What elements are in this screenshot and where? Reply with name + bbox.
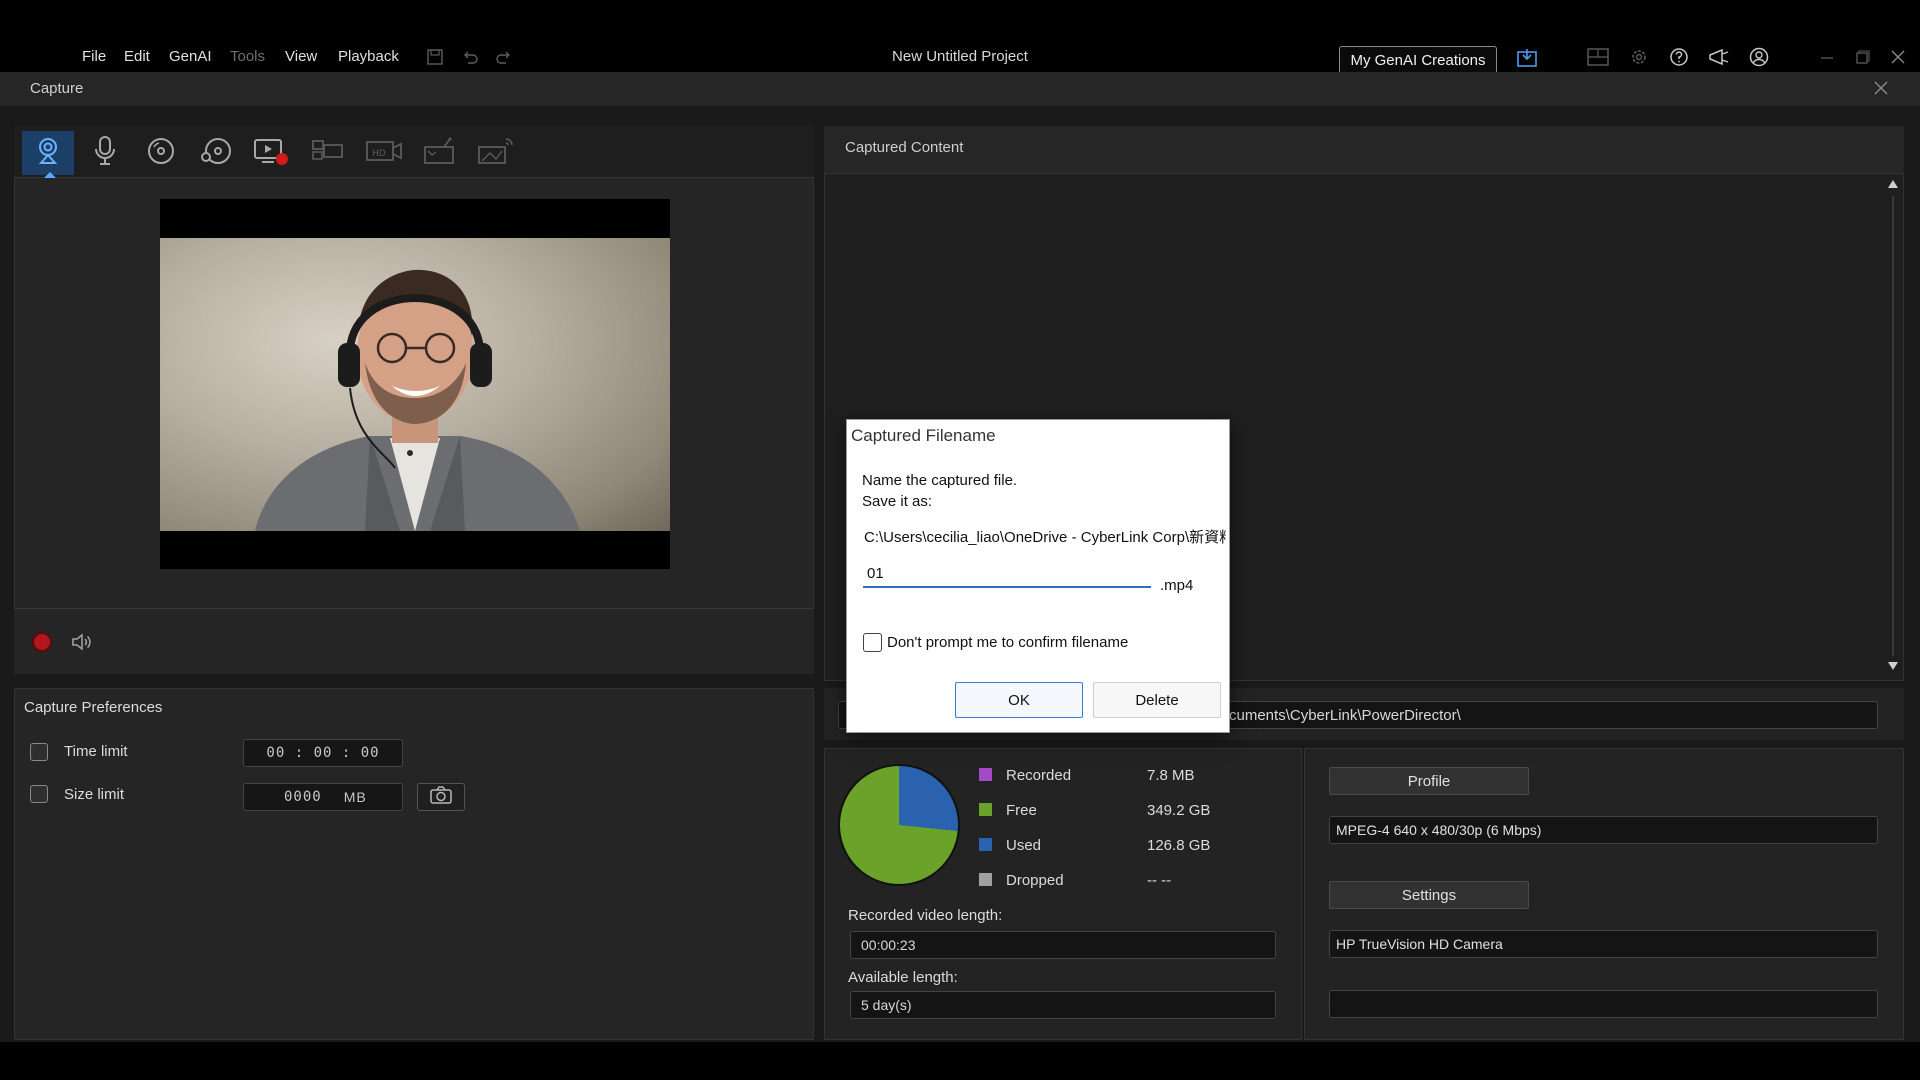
settings-button[interactable]: Settings [1329, 881, 1529, 909]
used-value: 126.8 GB [1147, 837, 1211, 854]
mobile-signal-icon [476, 135, 516, 172]
size-limit-value: 0000 [284, 789, 322, 805]
voice-over-button[interactable] [79, 131, 131, 175]
time-limit-field[interactable]: 00 : 00 : 00 [243, 739, 403, 767]
used-legend-swatch [979, 838, 992, 851]
capture-preferences-title: Capture Preferences [24, 699, 163, 716]
dialog-message: Name the captured file. [862, 472, 1018, 489]
bottom-bar [0, 1042, 1920, 1080]
file-extension: .mp4 [1160, 577, 1194, 594]
account-icon[interactable] [1748, 46, 1770, 68]
minimize-icon[interactable] [1816, 46, 1838, 68]
profile-button[interactable]: Profile [1329, 767, 1529, 795]
webcam-capture-button[interactable] [22, 131, 74, 175]
time-limit-label: Time limit [64, 743, 128, 760]
recorded-label: Recorded [1006, 767, 1072, 784]
recorded-legend-swatch [979, 768, 992, 781]
screen-recorder-button[interactable] [246, 131, 298, 175]
audio-cd-capture-button[interactable] [190, 131, 242, 175]
size-limit-unit: MB [343, 789, 367, 805]
free-legend-swatch [979, 803, 992, 816]
camera-icon [430, 785, 452, 809]
screen-record-icon [252, 135, 292, 172]
scroll-up-arrow-icon[interactable] [1888, 180, 1898, 188]
free-value: 349.2 GB [1147, 802, 1211, 819]
disc-icon [145, 135, 177, 172]
svg-text:HD: HD [372, 149, 386, 159]
my-genai-creations-button[interactable]: My GenAI Creations [1339, 46, 1497, 74]
captured-content-header [824, 126, 1904, 174]
size-limit-checkbox[interactable] [30, 785, 48, 803]
capture-title: Capture [30, 80, 84, 97]
record-button[interactable] [32, 632, 52, 652]
dropped-label: Dropped [1006, 872, 1064, 889]
dialog-title: Captured Filename [851, 426, 996, 445]
layout-icon[interactable] [1587, 46, 1609, 68]
upload-box-icon[interactable] [1516, 46, 1538, 68]
capture-device-field[interactable]: HP TrueVision HD Camera [1329, 930, 1878, 958]
extra-device-field[interactable] [1329, 990, 1878, 1018]
scroll-down-arrow-icon[interactable] [1888, 662, 1898, 670]
webcam-preview-image [160, 238, 670, 531]
used-label: Used [1006, 837, 1042, 854]
title-bar: File Edit GenAI Tools View Playback New … [0, 0, 1920, 74]
delete-button[interactable]: Delete [1093, 682, 1221, 718]
hd-camera-icon: HD [364, 135, 404, 172]
mobile-device-button[interactable] [470, 131, 522, 175]
dialog-save-as-label: Save it as: [862, 493, 933, 510]
recorded-length-field: 00:00:23 [850, 931, 1276, 959]
free-label: Free [1006, 802, 1037, 819]
filename-input[interactable] [863, 560, 1151, 588]
size-limit-field[interactable]: 0000 MB [243, 783, 403, 811]
dont-prompt-label[interactable]: Don't prompt me to confirm filename [887, 634, 1128, 651]
disc-capture-button[interactable] [135, 131, 187, 175]
active-tool-indicator [44, 172, 56, 178]
hdv-capture-button[interactable]: HD [358, 131, 410, 175]
captured-content-title: Captured Content [845, 139, 964, 156]
dialog-save-path: C:\Users\cecilia_liao\OneDrive - CyberLi… [864, 529, 1226, 546]
volume-icon[interactable] [70, 630, 94, 654]
close-capture-icon[interactable] [1872, 79, 1892, 99]
notification-icon[interactable] [1708, 46, 1730, 68]
webcam-icon [33, 135, 63, 172]
recorded-length-label: Recorded video length: [848, 907, 1003, 924]
dont-prompt-checkbox[interactable] [863, 633, 882, 652]
maximize-icon[interactable] [1851, 46, 1873, 68]
size-limit-label: Size limit [64, 786, 125, 803]
dropped-legend-swatch [979, 873, 992, 886]
scrollbar-track[interactable] [1892, 196, 1894, 656]
cd-music-icon [198, 135, 234, 172]
help-icon[interactable] [1668, 46, 1690, 68]
recorded-value: 7.8 MB [1147, 767, 1195, 784]
time-limit-checkbox[interactable] [30, 743, 48, 761]
snapshot-button[interactable] [417, 783, 465, 811]
available-length-label: Available length: [848, 969, 958, 986]
dv-camera-icon [422, 135, 458, 172]
disk-usage-pie-chart [838, 764, 960, 886]
captured-filename-dialog: Captured Filename Name the captured file… [846, 419, 1230, 733]
camcorder-icon [310, 135, 346, 172]
capture-preferences-panel [14, 688, 814, 1040]
available-length-field: 5 day(s) [850, 991, 1276, 1019]
capture-header: Capture [0, 72, 1920, 106]
window-close-icon[interactable] [1887, 46, 1909, 68]
capture-folder-path: cuments\CyberLink\PowerDirector\ [1229, 706, 1461, 724]
camcorder-capture-button[interactable] [302, 131, 354, 175]
profile-value-field[interactable]: MPEG-4 640 x 480/30p (6 Mbps) [1329, 816, 1878, 844]
gear-icon[interactable] [1628, 46, 1650, 68]
microphone-icon [92, 135, 118, 172]
dv-camera-button[interactable] [414, 131, 466, 175]
ok-button[interactable]: OK [955, 682, 1083, 718]
dropped-value: -- -- [1147, 872, 1172, 889]
record-control-bar [14, 608, 814, 674]
